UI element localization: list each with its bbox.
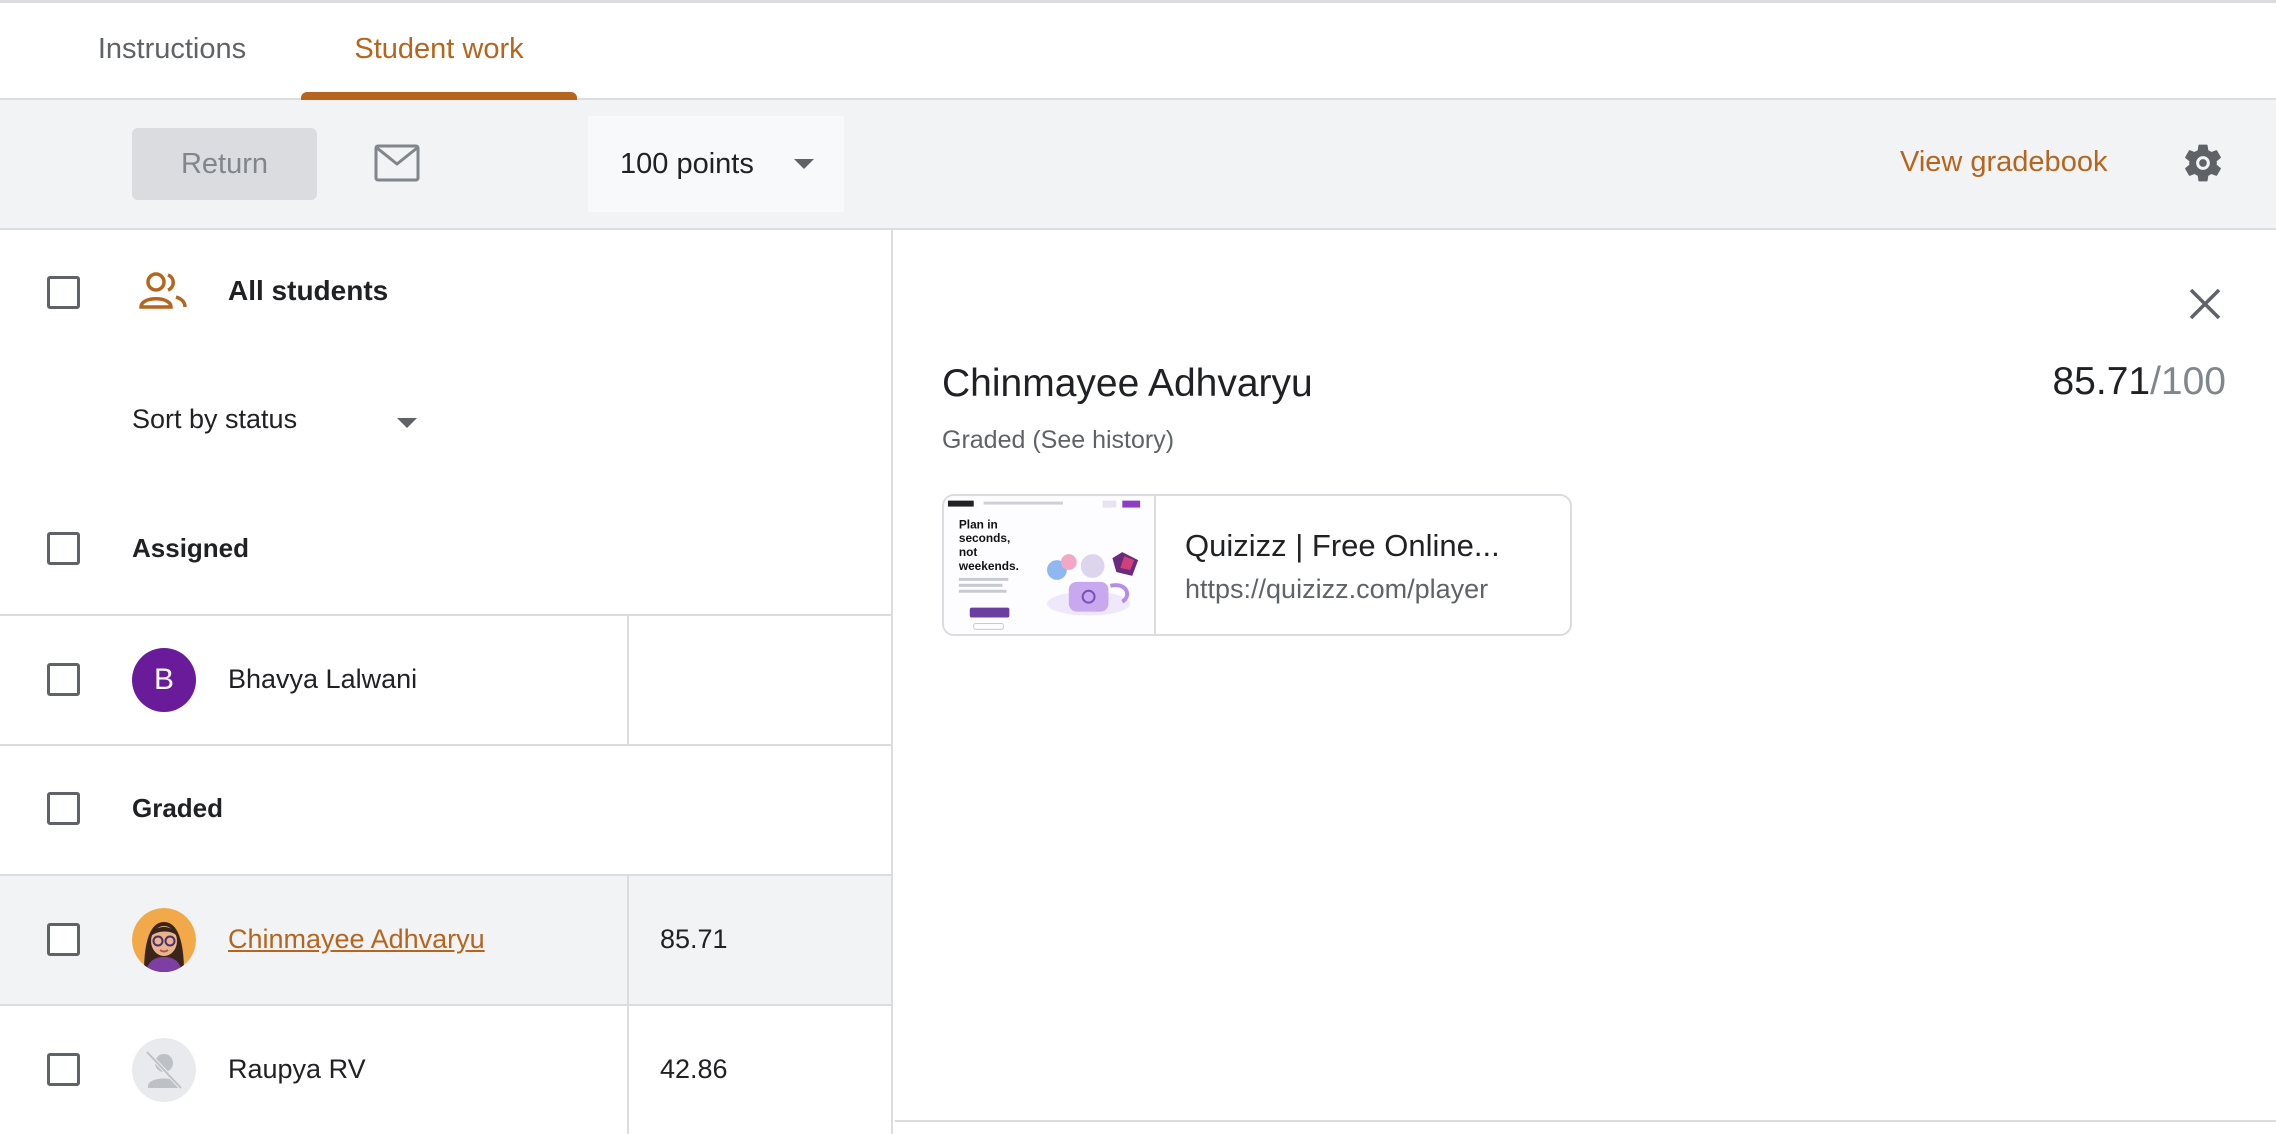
divider <box>0 744 891 746</box>
student-detail-panel: Chinmayee Adhvaryu 85.71/100 Graded (See… <box>895 230 2276 1134</box>
close-icon[interactable] <box>2185 284 2225 324</box>
sort-dropdown[interactable]: Sort by status <box>132 398 432 448</box>
all-students-checkbox[interactable] <box>47 276 80 309</box>
grade-status-link[interactable]: Graded (See history) <box>942 426 1174 455</box>
attachment-url: https://quizizz.com/player <box>1185 574 1489 604</box>
divider <box>895 1120 2276 1122</box>
svg-text:weekends.: weekends. <box>958 559 1019 573</box>
score-value[interactable]: 85.71 <box>2052 360 2150 403</box>
toolbar: Return 100 points View gradebook <box>0 100 2276 230</box>
student-checkbox[interactable] <box>47 923 80 956</box>
gear-icon[interactable] <box>2180 140 2226 186</box>
table-row[interactable]: Raupya RV 42.86 <box>0 1006 891 1134</box>
avatar: B <box>132 648 196 712</box>
graded-group-checkbox[interactable] <box>47 792 80 825</box>
tab-student-work[interactable]: Student work <box>301 3 577 100</box>
assigned-group-checkbox[interactable] <box>47 532 80 565</box>
svg-text:not: not <box>959 545 978 559</box>
email-icon[interactable] <box>374 144 420 182</box>
column-divider <box>627 614 629 744</box>
column-divider <box>627 1004 629 1134</box>
table-row-selected[interactable]: Chinmayee Adhvaryu 85.71 <box>0 876 891 1004</box>
svg-text:seconds,: seconds, <box>959 531 1010 545</box>
avatar <box>132 908 196 972</box>
sort-label: Sort by status <box>132 404 298 434</box>
student-list-panel: All students Sort by status Assigned B B… <box>0 230 893 1134</box>
active-tab-indicator <box>301 92 577 100</box>
attachment-card[interactable]: Plan in seconds, not weekends. Quizizz |… <box>942 494 1572 636</box>
people-icon <box>139 272 187 309</box>
student-score: 42.86 <box>660 1054 728 1084</box>
attachment-title: Quizizz | Free Online... <box>1185 528 1500 563</box>
student-score: 85.71 <box>660 924 728 954</box>
student-checkbox[interactable] <box>47 663 80 696</box>
points-dropdown[interactable]: 100 points <box>588 116 844 212</box>
group-header-assigned: Assigned <box>132 533 250 563</box>
tab-instructions[interactable]: Instructions <box>68 3 276 100</box>
student-name-link[interactable]: Chinmayee Adhvaryu <box>228 924 485 955</box>
table-row[interactable]: B Bhavya Lalwani <box>0 616 891 744</box>
student-name: Bhavya Lalwani <box>228 664 418 694</box>
chevron-down-icon <box>794 159 814 169</box>
avatar <box>132 1038 196 1102</box>
group-header-graded: Graded <box>132 793 224 823</box>
column-divider <box>627 874 629 1004</box>
detail-score: 85.71/100 <box>2052 360 2226 404</box>
chevron-down-icon <box>397 418 417 428</box>
thumbnail-heading: Plan in <box>959 517 998 531</box>
score-total: /100 <box>2150 360 2226 403</box>
return-button[interactable]: Return <box>132 128 317 200</box>
view-gradebook-link[interactable]: View gradebook <box>1900 140 2107 184</box>
student-checkbox[interactable] <box>47 1053 80 1086</box>
classroom-student-work-page: Instructions Student work Return 100 poi… <box>0 0 2276 1134</box>
points-label: 100 points <box>620 148 754 180</box>
all-students-label: All students <box>228 275 389 306</box>
detail-student-name: Chinmayee Adhvaryu <box>942 362 1313 405</box>
tab-bar: Instructions Student work <box>0 3 2276 100</box>
attachment-thumbnail: Plan in seconds, not weekends. <box>944 496 1156 634</box>
student-name: Raupya RV <box>228 1054 366 1084</box>
